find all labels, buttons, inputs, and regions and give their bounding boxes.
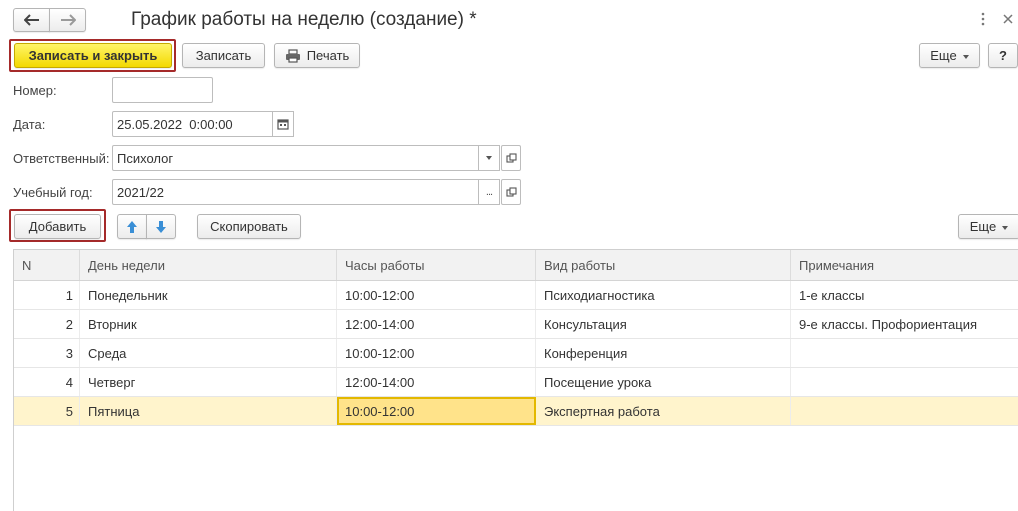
- cell-hours[interactable]: 10:00-12:00: [337, 281, 536, 309]
- responsible-value: Психолог: [117, 150, 174, 166]
- calendar-icon: [277, 119, 289, 130]
- close-icon[interactable]: [1002, 13, 1014, 25]
- ellipsis-icon: ...: [485, 186, 493, 198]
- forward-button[interactable]: [49, 8, 86, 32]
- calendar-button[interactable]: [272, 111, 294, 137]
- cell-hours-active[interactable]: 10:00-12:00: [337, 397, 536, 425]
- arrow-down-icon: [156, 220, 166, 233]
- cell-work-type[interactable]: Посещение урока: [536, 368, 791, 396]
- responsible-field[interactable]: Психолог: [112, 145, 500, 171]
- academic-year-field[interactable]: 2021/22 ...: [112, 179, 500, 205]
- printer-icon: [285, 48, 300, 63]
- arrow-right-icon: [60, 14, 76, 26]
- academic-year-label: Учебный год:: [13, 185, 93, 200]
- vertical-dots-icon[interactable]: [980, 11, 986, 27]
- table-row[interactable]: 3 Среда 10:00-12:00 Конференция: [14, 339, 1018, 368]
- cell-work-type[interactable]: Психодиагностика: [536, 281, 791, 309]
- save-and-close-button[interactable]: Записать и закрыть: [14, 43, 172, 68]
- save-and-close-label: Записать и закрыть: [28, 48, 158, 63]
- cell-notes[interactable]: 9-е классы. Профориентация: [791, 310, 1018, 338]
- cell-day[interactable]: Вторник: [80, 310, 337, 338]
- academic-year-open-button[interactable]: [501, 179, 521, 205]
- table-header: N День недели Часы работы Вид работы При…: [14, 250, 1018, 281]
- responsible-dropdown-button[interactable]: [478, 145, 500, 171]
- table-row[interactable]: 4 Четверг 12:00-14:00 Посещение урока: [14, 368, 1018, 397]
- date-label: Дата:: [13, 117, 46, 132]
- arrow-up-icon: [127, 220, 137, 233]
- copy-button[interactable]: Скопировать: [197, 214, 301, 239]
- move-down-button[interactable]: [146, 214, 176, 239]
- responsible-open-button[interactable]: [501, 145, 521, 171]
- print-button[interactable]: Печать: [274, 43, 360, 68]
- cell-n: 4: [14, 368, 80, 396]
- cell-hours[interactable]: 12:00-14:00: [337, 368, 536, 396]
- number-label: Номер:: [13, 83, 57, 98]
- cell-notes[interactable]: [791, 397, 1018, 425]
- responsible-label: Ответственный:: [13, 151, 110, 166]
- cell-day[interactable]: Пятница: [80, 397, 337, 425]
- cell-notes[interactable]: 1-е классы: [791, 281, 1018, 309]
- move-up-button[interactable]: [117, 214, 147, 239]
- column-header-work-type[interactable]: Вид работы: [536, 250, 791, 280]
- cell-n: 1: [14, 281, 80, 309]
- arrow-left-icon: [23, 14, 39, 26]
- cell-hours[interactable]: 10:00-12:00: [337, 339, 536, 367]
- table-more-button[interactable]: Еще: [958, 214, 1018, 239]
- page-title: График работы на неделю (создание) *: [131, 9, 477, 30]
- save-label: Записать: [195, 48, 252, 63]
- save-button[interactable]: Записать: [182, 43, 265, 68]
- print-label: Печать: [306, 48, 350, 63]
- help-button[interactable]: ?: [988, 43, 1018, 68]
- cell-day[interactable]: Среда: [80, 339, 337, 367]
- cell-day[interactable]: Понедельник: [80, 281, 337, 309]
- column-header-notes[interactable]: Примечания: [791, 250, 1018, 280]
- chevron-down-icon: [962, 54, 969, 59]
- academic-year-value: 2021/22: [117, 184, 164, 200]
- column-header-hours[interactable]: Часы работы: [337, 250, 536, 280]
- chevron-down-icon: [1002, 225, 1009, 230]
- cell-notes[interactable]: [791, 368, 1018, 396]
- cell-work-type[interactable]: Экспертная работа: [536, 397, 791, 425]
- cell-n: 5: [14, 397, 80, 425]
- column-header-n[interactable]: N: [14, 250, 80, 280]
- cell-hours[interactable]: 12:00-14:00: [337, 310, 536, 338]
- cell-work-type[interactable]: Консультация: [536, 310, 791, 338]
- table-row[interactable]: 1 Понедельник 10:00-12:00 Психодиагности…: [14, 281, 1018, 310]
- column-header-day[interactable]: День недели: [80, 250, 337, 280]
- copy-label: Скопировать: [210, 219, 288, 234]
- back-button[interactable]: [13, 8, 50, 32]
- date-value: 25.05.2022 0:00:00: [117, 116, 233, 132]
- number-field[interactable]: [112, 77, 213, 103]
- add-button[interactable]: Добавить: [14, 214, 101, 239]
- open-link-icon: [505, 186, 517, 197]
- date-field[interactable]: 25.05.2022 0:00:00: [112, 111, 294, 137]
- table-more-label: Еще: [969, 219, 997, 234]
- cell-n: 2: [14, 310, 80, 338]
- schedule-table[interactable]: N День недели Часы работы Вид работы При…: [13, 249, 1018, 511]
- table-row-selected[interactable]: 5 Пятница 10:00-12:00 Экспертная работа: [14, 397, 1018, 426]
- academic-year-select-button[interactable]: ...: [478, 179, 500, 205]
- open-link-icon: [505, 152, 517, 163]
- more-label: Еще: [930, 48, 957, 63]
- more-button[interactable]: Еще: [919, 43, 980, 68]
- cell-notes[interactable]: [791, 339, 1018, 367]
- chevron-down-icon: [486, 156, 492, 160]
- help-label: ?: [999, 48, 1007, 63]
- cell-day[interactable]: Четверг: [80, 368, 337, 396]
- cell-n: 3: [14, 339, 80, 367]
- table-row[interactable]: 2 Вторник 12:00-14:00 Консультация 9-е к…: [14, 310, 1018, 339]
- cell-work-type[interactable]: Конференция: [536, 339, 791, 367]
- add-label: Добавить: [28, 219, 87, 234]
